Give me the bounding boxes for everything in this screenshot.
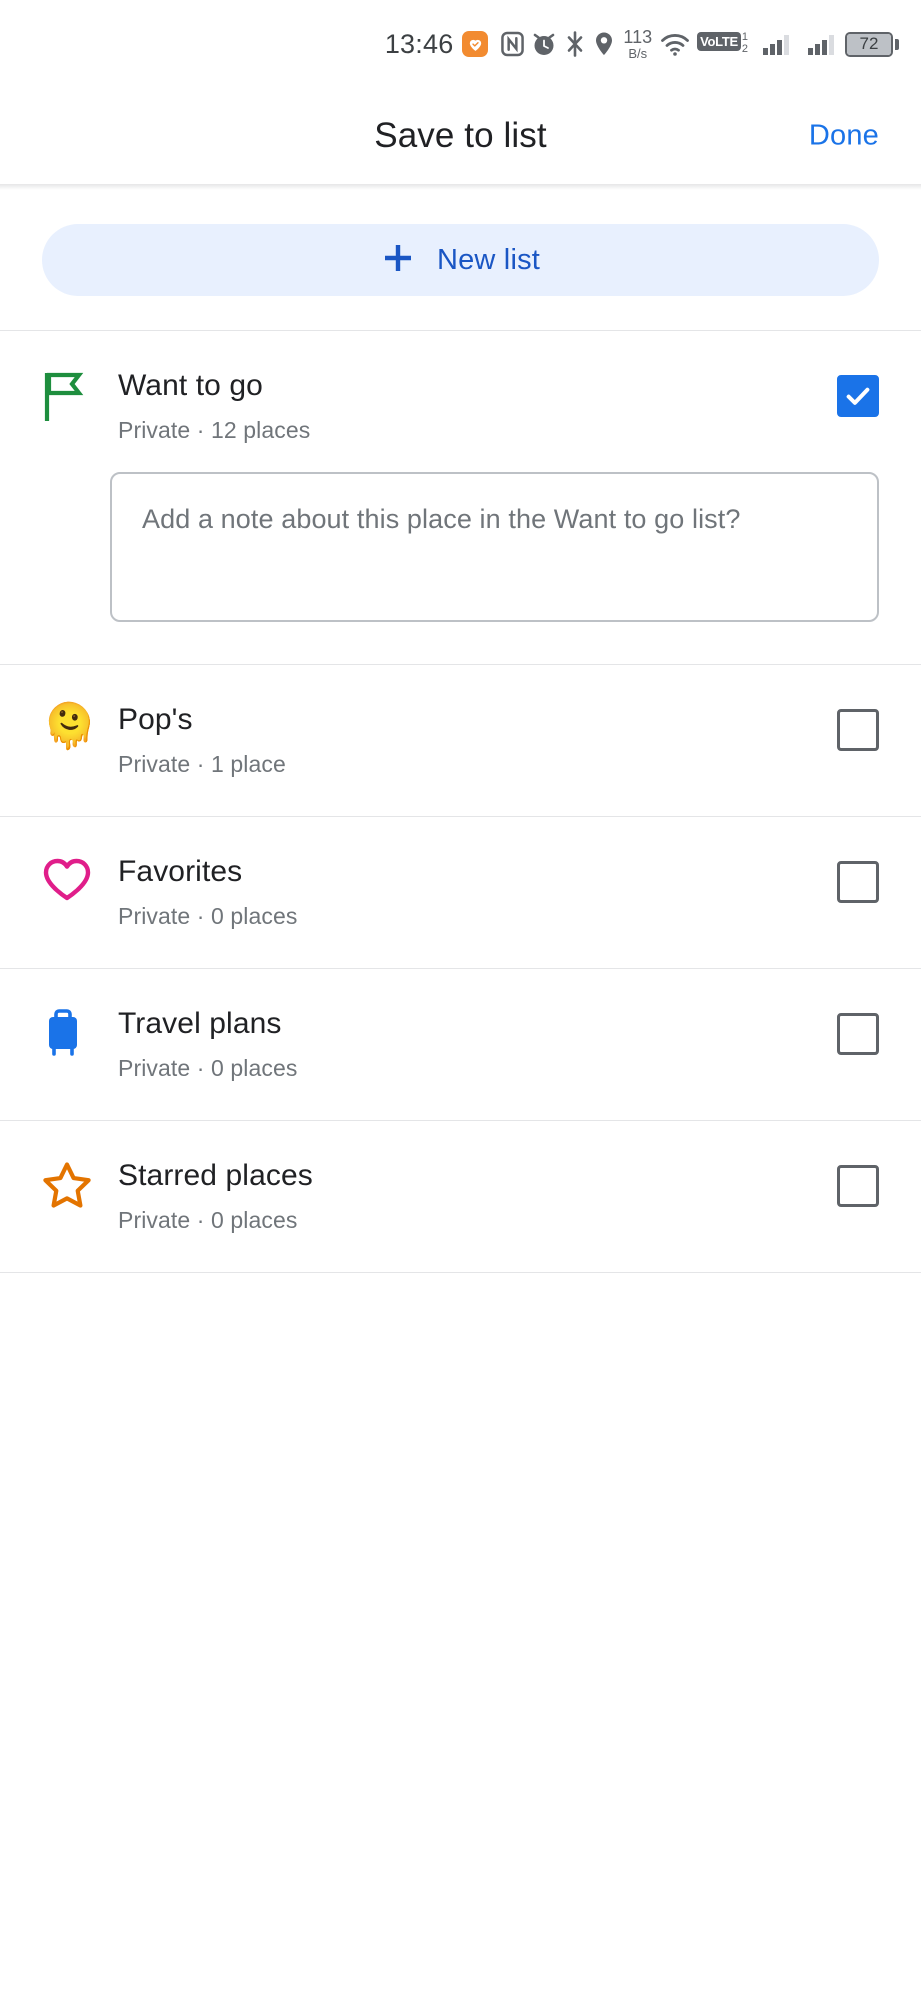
list-item-pops[interactable]: 🫠 Pop's Private · 1 place — [0, 665, 921, 816]
page-title: Save to list — [374, 116, 547, 155]
new-list-button[interactable]: New list — [42, 224, 879, 296]
list-item-subtitle: Private · 0 places — [118, 1055, 298, 1081]
checkbox-unchecked[interactable] — [837, 1013, 879, 1055]
checkbox-checked[interactable] — [837, 375, 879, 417]
network-speed-indicator: 113 B/s — [623, 27, 653, 61]
volte-icon: VoLTE 1 2 — [697, 32, 748, 55]
note-placeholder: Add a note about this place in the Want … — [142, 504, 741, 534]
signal-sim2-icon — [806, 31, 838, 57]
list-item-checkbox-wrap[interactable] — [821, 1007, 879, 1055]
list-item-name: Favorites — [118, 855, 243, 888]
list-item-subtitle: Private · 1 place — [118, 751, 286, 777]
note-input[interactable]: Add a note about this place in the Want … — [110, 472, 879, 622]
list-item-checkbox-wrap[interactable] — [821, 855, 879, 903]
list-item-name: Travel plans — [118, 1007, 282, 1040]
star-icon — [42, 1159, 104, 1209]
list-item-checkbox-wrap[interactable] — [821, 369, 879, 417]
melting-face-emoji-glyph: 🫠 — [42, 702, 97, 751]
plus-icon — [381, 241, 415, 280]
new-list-section: New list — [0, 190, 921, 330]
list-item-checkbox-wrap[interactable] — [821, 703, 879, 751]
screen-header: Save to list Done — [0, 88, 921, 184]
note-section: Add a note about this place in the Want … — [0, 472, 921, 622]
list-item-starred-places[interactable]: Starred places Private · 0 places — [0, 1121, 921, 1272]
flag-icon — [42, 369, 104, 423]
list-item-subtitle: Private · 12 places — [118, 417, 311, 443]
list-item-subtitle: Private · 0 places — [118, 903, 298, 929]
list-item-name: Starred places — [118, 1159, 313, 1192]
list-item-name: Pop's — [118, 703, 193, 736]
checkbox-unchecked[interactable] — [837, 861, 879, 903]
list-item-want-to-go[interactable]: Want to go Private · 12 places Add a not… — [0, 331, 921, 622]
status-bar-clock: 13:46 — [384, 28, 454, 59]
sim-indicator-2: 2 — [741, 43, 748, 55]
bluetooth-icon — [564, 31, 586, 57]
battery-level: 72 — [847, 33, 891, 55]
location-icon — [593, 31, 615, 57]
status-bar: 13:46 113 B/s VoLTE 1 2 72 — [0, 0, 921, 88]
battery-icon: 72 — [845, 31, 899, 57]
list-item-favorites[interactable]: Favorites Private · 0 places — [0, 817, 921, 968]
checkbox-unchecked[interactable] — [837, 709, 879, 751]
list-item-checkbox-wrap[interactable] — [821, 1159, 879, 1207]
lists-container: Want to go Private · 12 places Add a not… — [0, 330, 921, 1273]
new-list-label: New list — [436, 243, 541, 276]
list-item-travel-plans[interactable]: Travel plans Private · 0 places — [0, 969, 921, 1120]
divider — [0, 1272, 921, 1273]
alarm-icon — [531, 31, 557, 57]
list-item-subtitle: Private · 0 places — [118, 1207, 298, 1233]
suitcase-icon — [42, 1007, 104, 1059]
signal-sim1-icon — [761, 31, 793, 57]
save-to-list-screen: 13:46 113 B/s VoLTE 1 2 72 Save to list … — [0, 0, 921, 2000]
heart-icon — [42, 855, 104, 903]
nfc-icon — [501, 31, 525, 57]
checkbox-unchecked[interactable] — [837, 1165, 879, 1207]
list-item-name: Want to go — [118, 369, 263, 402]
done-button[interactable]: Done — [809, 120, 879, 153]
heart-shield-icon — [462, 31, 489, 57]
wifi-icon — [660, 31, 690, 57]
melting-face-emoji-icon: 🫠 — [42, 703, 104, 749]
